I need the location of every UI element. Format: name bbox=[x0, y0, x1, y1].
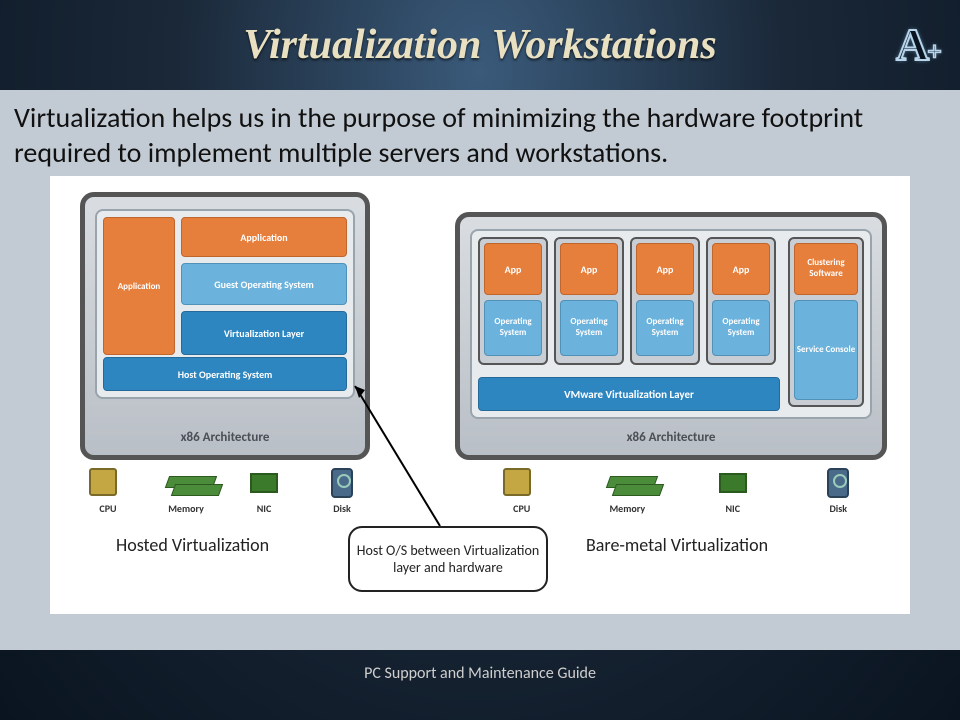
hosted-hardware-row: CPU Memory NIC Disk bbox=[80, 468, 370, 515]
vm4-os: Operating System bbox=[712, 300, 770, 356]
baremetal-caption: Bare-metal Virtualization bbox=[586, 534, 768, 556]
vmware-layer: VMware Virtualization Layer bbox=[478, 377, 780, 411]
vm-col-4: App Operating System bbox=[706, 237, 776, 365]
callout-box: Host O/S between Virtualization layer an… bbox=[348, 526, 548, 592]
vm-col-3: App Operating System bbox=[630, 237, 700, 365]
vm2-os: Operating System bbox=[560, 300, 618, 356]
callout-arrow bbox=[345, 376, 465, 546]
hw-disk-r: Disk bbox=[819, 468, 857, 515]
hosted-host-os: Host Operating System bbox=[103, 357, 347, 391]
service-console-box: Service Console bbox=[794, 300, 858, 400]
cpu-icon bbox=[503, 468, 541, 498]
memory-icon bbox=[608, 468, 646, 498]
hosted-arch-label: x86 Architecture bbox=[85, 430, 365, 445]
vm2-app: App bbox=[560, 243, 618, 295]
hosted-caption: Hosted Virtualization bbox=[116, 534, 269, 556]
disk-icon bbox=[819, 468, 857, 498]
hw-memory: Memory bbox=[167, 468, 205, 515]
slide-body: Virtualization helps us in the purpose o… bbox=[0, 90, 960, 650]
nic-icon bbox=[245, 468, 283, 498]
baremetal-hardware-row: CPU Memory NIC Disk bbox=[480, 468, 880, 515]
service-col: Clustering Software Service Console bbox=[788, 237, 864, 407]
hw-disk-label-r: Disk bbox=[829, 502, 847, 515]
logo-plus: + bbox=[927, 37, 942, 67]
vm1-os: Operating System bbox=[484, 300, 542, 356]
hw-memory-label: Memory bbox=[168, 502, 204, 515]
hw-nic-r: NIC bbox=[714, 468, 752, 515]
vm-col-2: App Operating System bbox=[554, 237, 624, 365]
vm3-app: App bbox=[636, 243, 694, 295]
baremetal-inner: App Operating System App Operating Syste… bbox=[470, 229, 872, 419]
hw-cpu: CPU bbox=[89, 468, 127, 515]
cpu-icon bbox=[89, 468, 127, 498]
memory-icon bbox=[167, 468, 205, 498]
hosted-app-left: Application bbox=[103, 217, 175, 355]
aplus-logo: A + bbox=[896, 18, 942, 71]
slide-footer: PC Support and Maintenance Guide bbox=[0, 650, 960, 683]
baremetal-arch-label: x86 Architecture bbox=[460, 430, 882, 445]
hw-memory-r: Memory bbox=[608, 468, 646, 515]
logo-letter: A bbox=[896, 18, 929, 71]
hosted-monitor: Application Application Guest Operating … bbox=[80, 192, 370, 460]
hosted-virt-layer: Virtualization Layer bbox=[181, 311, 347, 355]
hosted-guest-os: Guest Operating System bbox=[181, 263, 347, 305]
baremetal-monitor: App Operating System App Operating Syste… bbox=[455, 212, 887, 460]
hw-memory-label-r: Memory bbox=[609, 502, 645, 515]
slide-title: Virtualization Workstations bbox=[243, 21, 716, 69]
hw-nic-label: NIC bbox=[257, 502, 272, 515]
hosted-inner: Application Application Guest Operating … bbox=[95, 209, 355, 399]
vm3-os: Operating System bbox=[636, 300, 694, 356]
hw-cpu-label: CPU bbox=[99, 502, 116, 515]
hw-nic: NIC bbox=[245, 468, 283, 515]
hw-cpu-r: CPU bbox=[503, 468, 541, 515]
clustering-box: Clustering Software bbox=[794, 243, 858, 295]
diagram: Application Application Guest Operating … bbox=[50, 176, 910, 614]
vm1-app: App bbox=[484, 243, 542, 295]
hw-cpu-label-r: CPU bbox=[513, 502, 530, 515]
vm4-app: App bbox=[712, 243, 770, 295]
title-bar: Virtualization Workstations A + bbox=[0, 0, 960, 90]
vm-col-1: App Operating System bbox=[478, 237, 548, 365]
hw-nic-label-r: NIC bbox=[725, 502, 740, 515]
hosted-app-top: Application bbox=[181, 217, 347, 257]
intro-text: Virtualization helps us in the purpose o… bbox=[10, 98, 950, 176]
nic-icon bbox=[714, 468, 752, 498]
